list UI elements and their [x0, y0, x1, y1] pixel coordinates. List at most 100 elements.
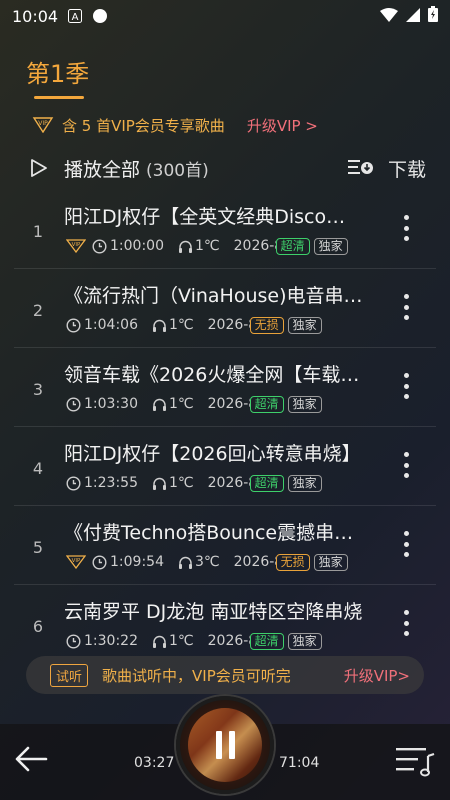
- status-bar: 10:04 A: [0, 0, 450, 32]
- download-label: 下载: [387, 158, 426, 181]
- song-duration: 1:09:54: [110, 554, 164, 570]
- season-title: 第1季: [26, 60, 90, 88]
- song-date: 2026-8-4: [207, 317, 250, 333]
- play-icon[interactable]: [30, 158, 48, 178]
- more-options-icon[interactable]: [396, 370, 416, 402]
- exclusive-badge: 独家: [287, 316, 322, 334]
- quality-badge: 超清: [249, 395, 284, 413]
- pause-icon[interactable]: [215, 731, 235, 759]
- headphones-icon: [178, 240, 192, 253]
- vip-badge-icon: VIP: [32, 117, 54, 133]
- total-time: 71:04: [279, 755, 320, 771]
- wifi-icon: [380, 7, 398, 26]
- song-index: 5: [32, 538, 44, 557]
- vip-notice: VIP 含 5 首VIP会员专享歌曲 升级VIP >: [32, 112, 430, 138]
- more-options-icon[interactable]: [396, 291, 416, 323]
- song-plays: 1℃: [168, 396, 194, 412]
- song-plays: 1℃: [194, 238, 220, 254]
- svg-text:A: A: [72, 12, 79, 23]
- quality-badge: 超清: [249, 474, 284, 492]
- more-options-icon[interactable]: [396, 607, 416, 639]
- clock-icon: [92, 554, 107, 570]
- exclusive-badge: 独家: [287, 474, 322, 492]
- song-title: 《流行热门（VinaHouse)电音串烧》: [64, 285, 364, 307]
- song-duration: 1:03:30: [84, 396, 138, 412]
- svg-text:VIP: VIP: [72, 558, 81, 564]
- download-button[interactable]: 下载: [347, 155, 426, 182]
- song-row[interactable]: 5 《付费Techno搭Bounce震撼串烧》 VIP 1:09:54 3℃ 2…: [14, 506, 436, 585]
- song-index: 6: [32, 617, 44, 636]
- trial-upgrade-link[interactable]: 升级VIP>: [344, 665, 410, 686]
- song-meta: 1:03:30 1℃ 2026-8-4 超清 独家: [66, 394, 386, 414]
- more-options-icon[interactable]: [396, 528, 416, 560]
- trial-tag: 试听: [50, 663, 89, 687]
- song-title: 云南罗平 DJ龙泡 南亚特区空降串烧: [64, 601, 363, 623]
- status-time: 10:04: [12, 6, 59, 26]
- song-meta: VIP 1:09:54 3℃ 2026-8-4 无损 独家: [66, 552, 386, 572]
- season-tab[interactable]: 第1季: [26, 54, 89, 89]
- playlist-icon[interactable]: [396, 746, 436, 778]
- song-title: 阳江DJ权仔【全英文经典Disco串烧】: [64, 206, 364, 228]
- song-plays: 1℃: [168, 633, 194, 649]
- song-row[interactable]: 2 《流行热门（VinaHouse)电音串烧》 1:04:06 1℃ 2026-…: [14, 269, 436, 348]
- song-row[interactable]: 1 阳江DJ权仔【全英文经典Disco串烧】 VIP 1:00:00 1℃ 20…: [14, 190, 436, 269]
- song-meta: VIP 1:00:00 1℃ 2026-8-4 超清 独家: [66, 236, 386, 256]
- now-playing-disc[interactable]: [176, 696, 274, 794]
- exclusive-badge: 独家: [287, 395, 322, 413]
- song-date: 2026-8-4: [207, 633, 250, 649]
- clock-icon: [92, 238, 107, 254]
- notification-a-icon: A: [68, 9, 83, 23]
- song-list: 1 阳江DJ权仔【全英文经典Disco串烧】 VIP 1:00:00 1℃ 20…: [14, 190, 436, 650]
- svg-text:VIP: VIP: [38, 120, 48, 127]
- play-all-bar: 播放全部 (300首) 下载: [30, 152, 426, 184]
- quality-badge: 无损: [249, 316, 284, 334]
- clock-icon: [66, 317, 81, 333]
- song-title: 阳江DJ权仔【2026回心转意串烧】: [64, 443, 361, 465]
- song-meta: 1:23:55 1℃ 2026-8-4 超清 独家: [66, 473, 386, 493]
- quality-badge: 超清: [249, 632, 284, 650]
- quality-badge: 超清: [275, 237, 310, 255]
- song-meta: 1:04:06 1℃ 2026-8-4 无损 独家: [66, 315, 386, 335]
- song-date: 2026-8-4: [233, 554, 276, 570]
- clock-icon: [66, 396, 81, 412]
- vip-notice-text: 含 5 首VIP会员专享歌曲: [62, 116, 225, 135]
- song-date: 2026-8-4: [207, 475, 250, 491]
- clock-icon: [66, 633, 81, 649]
- vip-badge-icon: VIP: [66, 239, 86, 253]
- vip-badge-icon: VIP: [66, 555, 86, 569]
- upgrade-vip-link[interactable]: 升级VIP >: [247, 115, 318, 136]
- headphones-icon: [152, 398, 166, 411]
- elapsed-time: 03:27: [134, 755, 175, 771]
- song-plays: 1℃: [168, 317, 194, 333]
- play-all-button[interactable]: 播放全部: [64, 155, 140, 182]
- more-options-icon[interactable]: [396, 212, 416, 244]
- trial-bar[interactable]: 试听 歌曲试听中，VIP会员可听完 升级VIP>: [26, 656, 424, 694]
- signal-icon: [406, 7, 420, 26]
- song-meta: 1:30:22 1℃ 2026-8-4 超清 独家: [66, 631, 386, 650]
- song-row[interactable]: 6 云南罗平 DJ龙泡 南亚特区空降串烧 1:30:22 1℃ 2026-8-4…: [14, 585, 436, 650]
- song-index: 3: [32, 380, 44, 399]
- batch-download-icon: [347, 160, 373, 174]
- song-title: 《付费Techno搭Bounce震撼串烧》: [64, 522, 364, 544]
- song-index: 1: [32, 222, 44, 241]
- back-arrow-icon[interactable]: [14, 742, 48, 776]
- song-plays: 3℃: [194, 554, 220, 570]
- more-options-icon[interactable]: [396, 449, 416, 481]
- clock-icon: [66, 475, 81, 491]
- song-row[interactable]: 3 领音车载《2026火爆全网【车载串烧】 1:03:30 1℃ 2026-8-…: [14, 348, 436, 427]
- headphones-icon: [152, 635, 166, 648]
- song-duration: 1:23:55: [84, 475, 138, 491]
- status-dot-icon: [92, 8, 108, 24]
- song-title: 领音车载《2026火爆全网【车载串烧】: [64, 364, 364, 386]
- song-index: 4: [32, 459, 44, 478]
- battery-icon: [428, 6, 438, 26]
- song-count: (300首): [146, 160, 209, 181]
- quality-badge: 无损: [275, 553, 310, 571]
- headphones-icon: [178, 556, 192, 569]
- exclusive-badge: 独家: [287, 632, 322, 650]
- svg-text:VIP: VIP: [72, 242, 81, 248]
- song-row[interactable]: 4 阳江DJ权仔【2026回心转意串烧】 1:23:55 1℃ 2026-8-4…: [14, 427, 436, 506]
- song-plays: 1℃: [168, 475, 194, 491]
- season-tab-indicator: [34, 96, 84, 99]
- exclusive-badge: 独家: [313, 237, 348, 255]
